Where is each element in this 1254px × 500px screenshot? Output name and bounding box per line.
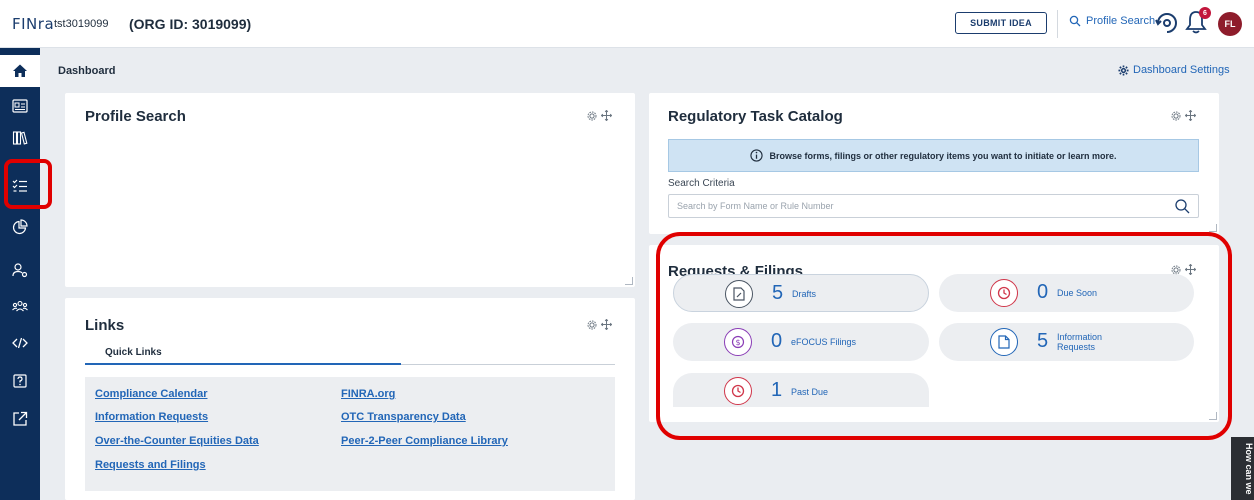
finra-logo[interactable]: FINra bbox=[12, 15, 54, 33]
page-title: Dashboard bbox=[58, 65, 116, 77]
search-icon bbox=[1069, 15, 1081, 27]
move-icon[interactable] bbox=[1185, 110, 1196, 121]
home-icon bbox=[13, 64, 27, 77]
info-banner: Browse forms, filings or other regulator… bbox=[668, 139, 1199, 172]
search-icon bbox=[1175, 199, 1190, 214]
link-compliance-calendar[interactable]: Compliance Calendar bbox=[95, 388, 207, 400]
id-card-icon bbox=[12, 99, 28, 113]
sidebar-item-reports[interactable] bbox=[0, 211, 40, 243]
profile-search-panel: Profile Search bbox=[65, 93, 635, 287]
user-settings-icon bbox=[12, 263, 28, 278]
search-button[interactable] bbox=[1172, 197, 1192, 215]
profile-search-label: Profile Search bbox=[1086, 15, 1156, 27]
gear-icon bbox=[1118, 64, 1129, 76]
active-tab-indicator bbox=[85, 363, 401, 365]
profile-search-link[interactable]: Profile Search bbox=[1069, 15, 1155, 27]
sidebar-item-user-settings[interactable] bbox=[0, 254, 40, 286]
panel-tools bbox=[587, 110, 612, 121]
sidebar-item-library[interactable] bbox=[0, 122, 40, 154]
move-icon[interactable] bbox=[601, 319, 612, 330]
resize-handle[interactable] bbox=[625, 277, 633, 285]
info-icon bbox=[750, 149, 764, 162]
dashboard-settings-link[interactable]: Dashboard Settings bbox=[1118, 64, 1230, 76]
settings-icon[interactable] bbox=[587, 319, 597, 330]
profile-search-title: Profile Search bbox=[85, 108, 186, 125]
user-id: tst3019099 bbox=[54, 18, 109, 30]
sidebar-item-profile[interactable] bbox=[0, 90, 40, 122]
dashboard-settings-label: Dashboard Settings bbox=[1133, 64, 1230, 76]
form-search-input[interactable] bbox=[668, 194, 1199, 218]
avatar[interactable]: FL bbox=[1218, 12, 1242, 36]
sidebar-item-external[interactable] bbox=[0, 403, 40, 435]
submit-idea-button[interactable]: SUBMIT IDEA bbox=[955, 12, 1047, 34]
links-title: Links bbox=[85, 317, 125, 334]
info-banner-text: Browse forms, filings or other regulator… bbox=[769, 150, 1117, 161]
help-icon bbox=[13, 374, 27, 388]
link-otc-equities-data[interactable]: Over-the-Counter Equities Data bbox=[95, 435, 259, 447]
sidebar-item-help[interactable] bbox=[0, 365, 40, 397]
link-requests-and-filings[interactable]: Requests and Filings bbox=[95, 459, 206, 471]
move-icon[interactable] bbox=[601, 110, 612, 121]
search-criteria-label: Search Criteria bbox=[668, 178, 735, 189]
sidebar-item-groups[interactable] bbox=[0, 291, 40, 323]
header-divider bbox=[1057, 10, 1058, 38]
resize-handle[interactable] bbox=[1209, 224, 1217, 232]
library-icon bbox=[12, 131, 28, 145]
tab-quick-links-label: Quick Links bbox=[105, 347, 162, 358]
guided-tour-icon[interactable] bbox=[1155, 11, 1179, 35]
link-finra-org[interactable]: FINRA.org bbox=[341, 388, 395, 400]
panel-tools bbox=[587, 319, 612, 330]
sidebar bbox=[0, 48, 40, 500]
quick-links-list: Compliance Calendar Information Requests… bbox=[85, 377, 615, 491]
panel-tools bbox=[1171, 110, 1196, 121]
requests-filings-highlight-annotation bbox=[656, 232, 1232, 440]
pie-chart-icon bbox=[12, 219, 28, 235]
sidebar-item-developer[interactable] bbox=[0, 327, 40, 359]
tab-divider bbox=[401, 364, 615, 365]
feedback-tab[interactable]: How can we bbox=[1231, 437, 1254, 500]
settings-icon[interactable] bbox=[587, 110, 597, 121]
notification-badge: 6 bbox=[1199, 7, 1211, 19]
tasks-highlight-annotation bbox=[4, 159, 52, 209]
task-catalog-title: Regulatory Task Catalog bbox=[668, 108, 843, 125]
code-icon bbox=[12, 337, 28, 349]
settings-icon[interactable] bbox=[1171, 110, 1181, 121]
link-peer-compliance-library[interactable]: Peer-2-Peer Compliance Library bbox=[341, 435, 508, 447]
external-link-icon bbox=[13, 411, 28, 426]
link-information-requests[interactable]: Information Requests bbox=[95, 411, 208, 423]
group-icon bbox=[12, 300, 28, 312]
link-otc-transparency-data[interactable]: OTC Transparency Data bbox=[341, 411, 466, 423]
top-bar: FINra tst3019099 (ORG ID: 3019099) SUBMI… bbox=[0, 0, 1254, 48]
sidebar-item-home[interactable] bbox=[0, 55, 40, 87]
org-id-label: (ORG ID: 3019099) bbox=[129, 16, 252, 32]
